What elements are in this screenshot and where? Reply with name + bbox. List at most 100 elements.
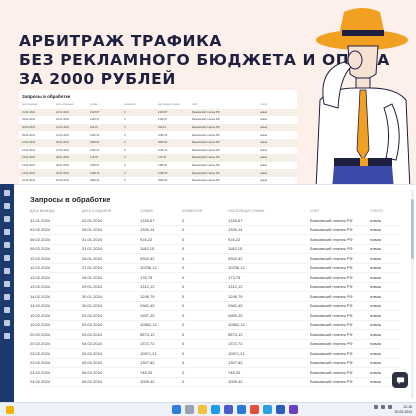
cell-account: Банковский платеж РФ (310, 227, 353, 233)
cell-withdraw-date: 12.02.2024 (30, 255, 51, 261)
table-row[interactable]: 12.02.2024 27.01.2024 10236,12 0 10236,12 Бан… (30, 264, 400, 273)
cell-amount: 10971,21 (140, 350, 157, 356)
table-row[interactable]: 19.02.2024 03.02.2024 10562,12 0 10562,12 Бан… (30, 321, 400, 330)
weather-icon[interactable] (6, 406, 14, 414)
cell-commission: 0 (182, 322, 185, 328)
cell-amount: 176,78 (140, 274, 153, 280)
user-icon[interactable] (4, 281, 10, 287)
table-row[interactable]: 20.02.2024 04.02.2024 1372,72 0 1372,72 Банко… (30, 340, 400, 349)
cell-withdraw-date: 24.02.2024 (30, 379, 51, 385)
chart-icon[interactable] (4, 203, 10, 209)
scrollbar[interactable] (411, 189, 414, 399)
cell-account: Банковский платеж РФ (310, 350, 353, 356)
bell-icon[interactable] (4, 320, 10, 326)
cell-amount: 748,33 (140, 369, 153, 375)
table-row[interactable]: 12.02.2024 26.01.2024 9302,52 0 9302,52 Банко… (30, 254, 400, 264)
cell-account: Банковский платеж РФ (310, 379, 353, 385)
cell-net-amount: 748,33 (228, 369, 241, 375)
table-row[interactable]: 09.02.2024 31.01.2024 1163,15 0 1163,15 Банко… (30, 245, 400, 254)
header-status[interactable]: статус (370, 209, 400, 213)
cell-account: Банковский платеж РФ (310, 322, 353, 328)
banner-table-cell: новая (260, 141, 268, 145)
search-icon[interactable] (185, 405, 194, 414)
banner-table-cell: 26.01.2024 (56, 141, 69, 145)
banner-table-cell: 26.01.2024 (56, 118, 69, 122)
home-icon[interactable] (4, 190, 10, 196)
banner-table-cell: 13.02.2024 (22, 156, 35, 160)
browser-icon[interactable] (211, 405, 220, 414)
cell-withdraw-date: 23.02.2024 (30, 350, 51, 356)
banner-table-cell: 27.01.2024 (56, 148, 69, 152)
chrome-icon[interactable] (250, 405, 259, 414)
banner-table-row: 13.02.2024 28.01.2024 176,78 0 176,78 Банковс… (19, 154, 297, 162)
banner-table-cell: 30.01.2024 (56, 171, 69, 175)
header-net-amount[interactable]: настоящая сумма (228, 209, 310, 213)
settings-icon[interactable] (4, 268, 10, 274)
headline-line-1: АРБИТРАЖ ТРАФИКА (19, 32, 222, 50)
close-icon[interactable] (4, 229, 10, 235)
wifi-tray-icon[interactable] (381, 405, 385, 409)
header-account[interactable]: счёт (310, 209, 370, 213)
scrollbar-thumb[interactable] (411, 199, 414, 259)
chevron-up-icon[interactable] (374, 405, 378, 409)
table-row[interactable]: 19.02.2024 02.02.2024 1997,25 0 4969,25 Банко… (30, 311, 400, 321)
cell-amount: 2962,45 (140, 303, 155, 309)
telegram-icon[interactable] (263, 405, 272, 414)
banner-table-row: 03.02.2024 26.01.2024 1326,67 0 1326,67 Банко… (19, 116, 297, 124)
mail-icon[interactable] (237, 405, 246, 414)
link-icon[interactable] (4, 255, 10, 261)
cell-commission: 0 (182, 284, 185, 290)
word-icon[interactable] (276, 405, 285, 414)
banner-header-cell: настоящая сумма (158, 103, 180, 107)
app-icon[interactable] (289, 405, 298, 414)
table-row[interactable]: 14.02.2024 30.01.2024 2962,45 0 2962,45 Банко… (30, 302, 400, 311)
headline-line-2: БЕЗ РЕКЛАМНОГО БЮДЖЕТА И ОПЫТА (19, 51, 390, 69)
table-row[interactable]: 20.02.2024 03.02.2024 9873,12 0 9873,12 Банко… (30, 330, 400, 340)
cell-created-date: 05.02.2024 (82, 360, 103, 366)
banner-table-cell: 12.02.2024 (22, 148, 35, 152)
side-nav (0, 184, 14, 402)
banner-table-cell: 1105,19 (90, 148, 100, 152)
volume-icon[interactable] (388, 405, 392, 409)
header-withdraw-date[interactable]: дата вывода (30, 209, 82, 213)
cell-status: новая (370, 265, 381, 271)
wallet-icon[interactable] (4, 216, 10, 222)
table-row[interactable]: 14.02.2024 30.01.2024 1298,79 0 1298,79 Банко… (30, 292, 400, 302)
banner-table-cell: 16.02.2024 (22, 179, 35, 183)
header-amount[interactable]: сумма (140, 209, 182, 213)
cell-net-amount: 1298,79 (228, 293, 243, 299)
cell-account: Банковский платеж РФ (310, 369, 353, 375)
header-created-date[interactable]: дата создания (82, 209, 140, 213)
banner-table-header: дата вывода дата создания сумма комиссия… (19, 101, 297, 109)
table-row[interactable]: 31.01.2024 22.01.2024 1326,67 0 1326,67 Банко… (30, 216, 400, 226)
table-row[interactable]: 24.02.2024 06.02.2024 748,33 0 748,33 Банковс… (30, 368, 400, 378)
banner-table-cell: 06.02.2024 (22, 126, 35, 130)
stats-icon[interactable] (4, 307, 10, 313)
grid-icon[interactable] (4, 242, 10, 248)
store-icon[interactable] (224, 405, 233, 414)
table-row[interactable]: 23.02.2024 05.02.2024 1307,82 0 1307,82 Банко… (30, 359, 400, 368)
cell-created-date: 30.01.2024 (82, 303, 103, 309)
wifi-icon[interactable] (4, 333, 10, 339)
chat-button[interactable] (392, 372, 408, 388)
table-row[interactable]: 06.02.2024 31.01.2024 916,22 0 916,22 Банковс… (30, 235, 400, 245)
table-row[interactable]: 23.02.2024 05.02.2024 10971,21 0 10971,21 Бан… (30, 349, 400, 359)
cell-status: новая (370, 360, 381, 366)
cell-created-date: 26.01.2024 (82, 255, 103, 261)
list-icon[interactable] (4, 294, 10, 300)
table-row[interactable]: 13.02.2024 29.01.2024 1312,12 0 1312,12 Банко… (30, 283, 400, 292)
table-row[interactable]: 13.02.2024 28.01.2024 176,78 0 173,78 Банковс… (30, 273, 400, 283)
files-icon[interactable] (198, 405, 207, 414)
table-row[interactable]: 03.02.2024 26.01.2024 1326,14 0 1326,14 Банко… (30, 226, 400, 235)
clock[interactable]: 12:16 20.02.2024 (394, 405, 412, 414)
cell-commission: 0 (182, 360, 185, 366)
banner-table-cell: 1350,97 (158, 164, 168, 168)
start-icon[interactable] (172, 405, 181, 414)
banner-table-cell: 916,22 (158, 126, 166, 130)
cell-net-amount: 10971,21 (228, 350, 245, 356)
cell-net-amount: 1312,12 (228, 284, 243, 290)
banner-table-cell: 0 (124, 133, 126, 137)
table-row[interactable]: 24.02.2024 06.02.2024 1009,42 0 1009,42 Банко… (30, 378, 400, 387)
header-commission[interactable]: комиссия (182, 209, 228, 213)
cell-status: новая (370, 284, 381, 290)
